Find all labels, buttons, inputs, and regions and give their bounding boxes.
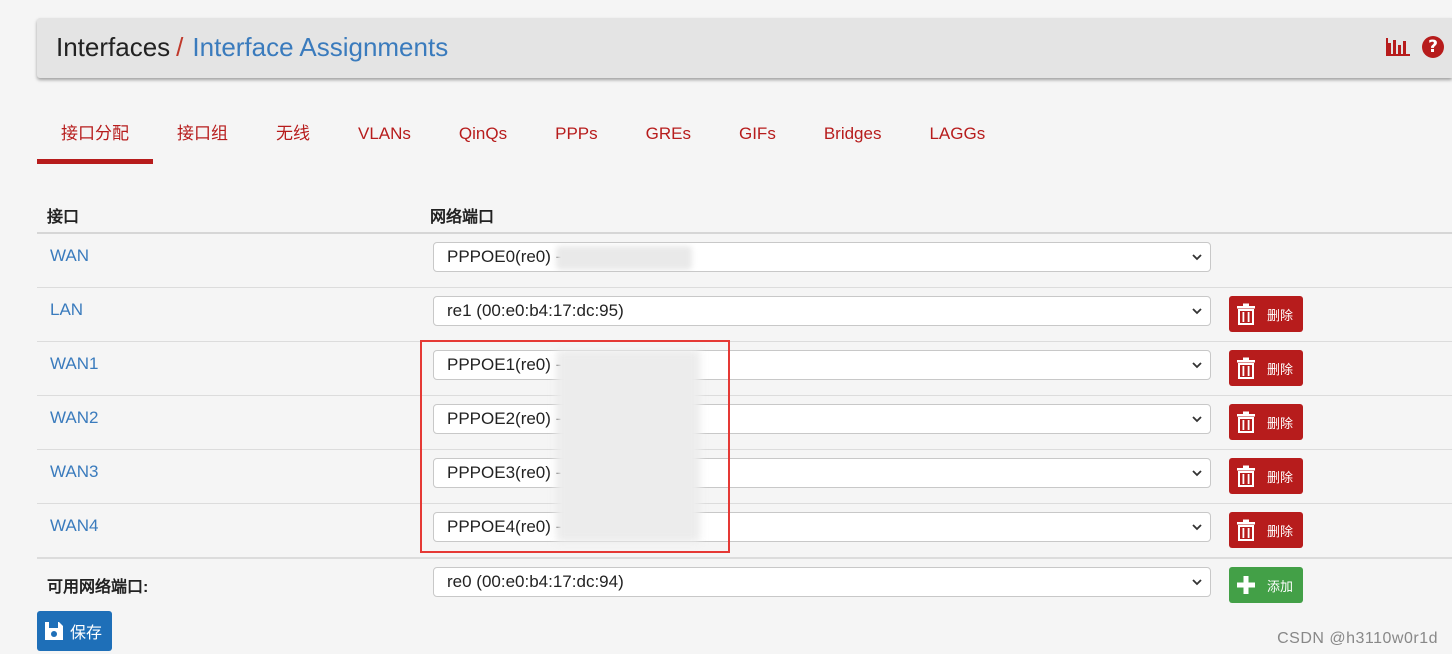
add-button-label: 添加 bbox=[1267, 578, 1294, 594]
breadcrumb: Interfaces / Interface Assignments bbox=[56, 32, 448, 63]
watermark: CSDN @h3110w0r1d bbox=[1277, 630, 1438, 647]
network-port-select[interactable]: PPPOE1(re0) - bbox=[433, 350, 1211, 380]
delete-button[interactable]: 删除 bbox=[1229, 296, 1303, 332]
tab-bridges[interactable]: Bridges bbox=[800, 118, 906, 164]
network-port-select[interactable]: PPPOE0(re0) - bbox=[433, 242, 1211, 272]
select-value: re0 (00:e0:b4:17:dc:94) bbox=[447, 572, 624, 591]
delete-button-label: 删除 bbox=[1267, 523, 1294, 539]
select-value: PPPOE1(re0) - bbox=[447, 355, 562, 374]
chevron-down-icon bbox=[1192, 416, 1202, 423]
tab-interface-groups[interactable]: 接口组 bbox=[153, 118, 252, 164]
page-header: Interfaces / Interface Assignments ? bbox=[37, 18, 1452, 78]
delete-button-label: 删除 bbox=[1267, 361, 1294, 377]
delete-button-label: 删除 bbox=[1267, 469, 1294, 485]
tab-gifs[interactable]: GIFs bbox=[715, 118, 800, 164]
table-row: WAN PPPOE0(re0) - bbox=[37, 234, 1452, 288]
help-icon[interactable]: ? bbox=[1422, 36, 1444, 58]
available-port-row: 可用网络端口: re0 (00:e0:b4:17:dc:94) 添加 bbox=[37, 558, 1452, 613]
delete-button-label: 删除 bbox=[1267, 415, 1294, 431]
tab-vlans[interactable]: VLANs bbox=[334, 118, 435, 164]
tab-gres[interactable]: GREs bbox=[622, 118, 715, 164]
chevron-down-icon bbox=[1192, 470, 1202, 477]
delete-button[interactable]: 删除 bbox=[1229, 350, 1303, 386]
network-port-select[interactable]: PPPOE3(re0) - bbox=[433, 458, 1211, 488]
available-port-select[interactable]: re0 (00:e0:b4:17:dc:94) bbox=[433, 567, 1211, 597]
breadcrumb-section[interactable]: Interfaces bbox=[56, 32, 170, 62]
table-row: WAN2 PPPOE2(re0) - 删除 bbox=[37, 396, 1452, 450]
interface-link[interactable]: WAN3 bbox=[50, 462, 99, 482]
chevron-down-icon bbox=[1192, 308, 1202, 315]
add-button[interactable]: 添加 bbox=[1229, 567, 1303, 603]
tab-laggs[interactable]: LAGGs bbox=[905, 118, 1009, 164]
select-value: PPPOE4(re0) - bbox=[447, 517, 562, 536]
save-button[interactable]: 保存 bbox=[37, 611, 112, 651]
trash-icon bbox=[1237, 357, 1255, 379]
interface-link[interactable]: LAN bbox=[50, 300, 83, 320]
table-row: LAN re1 (00:e0:b4:17:dc:95) 删除 bbox=[37, 288, 1452, 342]
tab-qinqs[interactable]: QinQs bbox=[435, 118, 531, 164]
chevron-down-icon bbox=[1192, 362, 1202, 369]
delete-button[interactable]: 删除 bbox=[1229, 512, 1303, 548]
table-row: WAN3 PPPOE3(re0) - 删除 bbox=[37, 450, 1452, 504]
delete-button[interactable]: 删除 bbox=[1229, 404, 1303, 440]
chevron-down-icon bbox=[1192, 254, 1202, 261]
table-row: WAN1 PPPOE1(re0) - 删除 bbox=[37, 342, 1452, 396]
column-header-network-port: 网络端口 bbox=[430, 209, 495, 226]
interface-link[interactable]: WAN1 bbox=[50, 354, 99, 374]
redacted-region bbox=[556, 246, 692, 270]
select-value: PPPOE2(re0) - bbox=[447, 409, 562, 428]
floppy-disk-icon bbox=[45, 622, 63, 640]
trash-icon bbox=[1237, 411, 1255, 433]
breadcrumb-separator: / bbox=[176, 32, 184, 62]
network-port-select[interactable]: PPPOE4(re0) - bbox=[433, 512, 1211, 542]
select-value: re1 (00:e0:b4:17:dc:95) bbox=[447, 301, 624, 320]
bar-chart-icon[interactable] bbox=[1386, 37, 1410, 57]
trash-icon bbox=[1237, 519, 1255, 541]
network-port-select[interactable]: PPPOE2(re0) - bbox=[433, 404, 1211, 434]
select-value: PPPOE0(re0) - bbox=[447, 247, 562, 266]
chevron-down-icon bbox=[1192, 579, 1202, 586]
interface-link[interactable]: WAN2 bbox=[50, 408, 99, 428]
save-button-label: 保存 bbox=[70, 625, 103, 642]
plus-icon bbox=[1237, 576, 1255, 594]
breadcrumb-page[interactable]: Interface Assignments bbox=[192, 32, 448, 62]
tab-interface-assignments[interactable]: 接口分配 bbox=[37, 118, 153, 164]
interface-link[interactable]: WAN bbox=[50, 246, 89, 266]
trash-icon bbox=[1237, 465, 1255, 487]
column-header-interface: 接口 bbox=[47, 209, 80, 226]
select-value: PPPOE3(re0) - bbox=[447, 463, 562, 482]
interface-assignment-table: 接口 网络端口 WAN PPPOE0(re0) - LAN re1 (00:e0… bbox=[37, 194, 1452, 613]
interface-link[interactable]: WAN4 bbox=[50, 516, 99, 536]
table-header: 接口 网络端口 bbox=[37, 194, 1452, 234]
table-row: WAN4 PPPOE4(re0) - 删除 bbox=[37, 504, 1452, 558]
chevron-down-icon bbox=[1192, 524, 1202, 531]
delete-button[interactable]: 删除 bbox=[1229, 458, 1303, 494]
available-port-label: 可用网络端口: bbox=[47, 579, 149, 596]
tab-ppps[interactable]: PPPs bbox=[531, 118, 622, 164]
trash-icon bbox=[1237, 303, 1255, 325]
network-port-select[interactable]: re1 (00:e0:b4:17:dc:95) bbox=[433, 296, 1211, 326]
tab-bar: 接口分配 接口组 无线 VLANs QinQs PPPs GREs GIFs B… bbox=[37, 118, 1009, 164]
tab-wireless[interactable]: 无线 bbox=[252, 118, 334, 164]
delete-button-label: 删除 bbox=[1267, 307, 1294, 323]
